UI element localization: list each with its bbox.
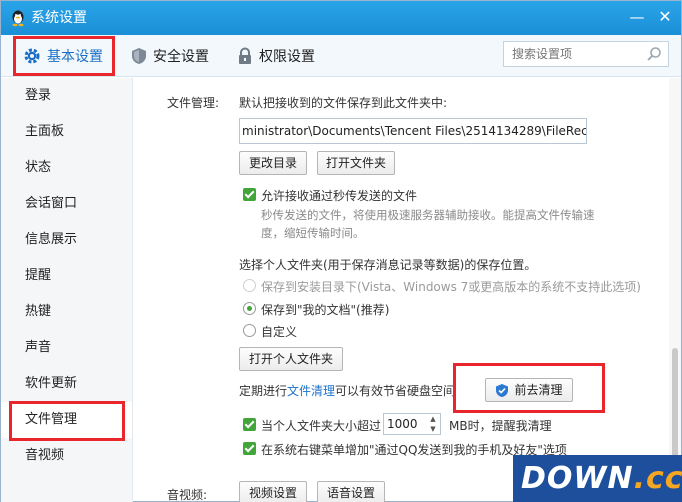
search-input[interactable] [504, 42, 638, 66]
shield-icon [132, 48, 146, 64]
cleanup-suffix: 可以有效节省硬盘空间 [335, 384, 456, 398]
tab-label: 安全设置 [153, 49, 209, 65]
section-label-audio-video: 音视频: [167, 488, 208, 502]
settings-window: 系统设置 — ✕ 基本设置 安全设置 权限设置 搜索设置项 登录 主面板 状态 … [0, 0, 682, 502]
gear-icon [24, 48, 40, 64]
settings-search [503, 41, 669, 67]
content-scrollbar[interactable] [669, 78, 681, 502]
tab-bar: 基本设置 安全设置 权限设置 [1, 35, 681, 77]
sidebar-item-sound[interactable]: 声音 [1, 330, 132, 366]
title-bar[interactable]: 系统设置 — ✕ [1, 1, 681, 35]
tab-basic-settings[interactable]: 基本设置 [23, 35, 103, 77]
go-cleanup-button[interactable]: 前去清理 [485, 378, 573, 402]
size-limit-checkbox[interactable] [243, 418, 256, 431]
sidebar-item-hotkey[interactable]: 热键 [1, 294, 132, 330]
radio-install-dir[interactable] [243, 279, 256, 292]
tab-label: 权限设置 [259, 49, 315, 65]
receive-folder-path[interactable]: ministrator\Documents\Tencent Files\2514… [239, 118, 587, 144]
open-folder-button[interactable]: 打开文件夹 [317, 151, 395, 175]
video-settings-button[interactable]: 视频设置 [239, 481, 307, 502]
open-personal-folder-button[interactable]: 打开个人文件夹 [239, 347, 343, 371]
sidebar-item-login[interactable]: 登录 [1, 78, 132, 114]
go-cleanup-label: 前去清理 [514, 383, 563, 397]
sidebar-item-file-management[interactable]: 文件管理 [1, 402, 132, 438]
sidebar-item-info-display[interactable]: 信息展示 [1, 222, 132, 258]
cleanup-hint: 定期进行文件清理可以有效节省硬盘空间 [239, 382, 455, 399]
allow-flash-transfer-desc-1: 秒传发送的文件，将使用极速服务器辅助接收。能提高文件传输速 [261, 208, 595, 222]
section-label-file-management: 文件管理: [167, 96, 220, 110]
qq-penguin-icon [12, 10, 24, 27]
context-menu-checkbox[interactable] [243, 442, 256, 455]
watermark-text: DOWN [521, 461, 634, 496]
lock-icon [239, 47, 251, 64]
sidebar-item-reminder[interactable]: 提醒 [1, 258, 132, 294]
file-management-panel: 文件管理: 默认把接收到的文件保存到此文件夹中: ministrator\Doc… [133, 78, 669, 502]
allow-flash-transfer-desc-2: 度，缩短传输时间。 [261, 226, 365, 240]
sidebar-item-software-update[interactable]: 软件更新 [1, 366, 132, 402]
sidebar-item-main-panel[interactable]: 主面板 [1, 114, 132, 150]
tab-security-settings[interactable]: 安全设置 [131, 35, 209, 77]
settings-sidebar: 登录 主面板 状态 会话窗口 信息展示 提醒 热键 声音 软件更新 文件管理 音… [1, 78, 133, 502]
size-limit-input[interactable] [384, 414, 424, 434]
change-directory-button[interactable]: 更改目录 [239, 151, 307, 175]
allow-flash-transfer-checkbox[interactable] [243, 188, 256, 201]
tab-label: 基本设置 [47, 49, 103, 65]
size-limit-stepper[interactable]: ▲ ▼ [383, 413, 441, 435]
cleanup-prefix: 定期进行 [239, 384, 288, 398]
allow-flash-transfer-label: 允许接收通过秒传发送的文件 [261, 189, 418, 203]
window-title: 系统设置 [31, 10, 87, 26]
watermark-logo: DOWN.cc [513, 455, 682, 502]
save-to-label: 默认把接收到的文件保存到此文件夹中: [239, 96, 448, 110]
search-icon[interactable] [646, 46, 662, 62]
sidebar-item-status[interactable]: 状态 [1, 150, 132, 186]
radio-custom-label: 自定义 [261, 325, 298, 339]
radio-install-dir-label: 保存到安装目录下(Vista、Windows 7或更高版本的系统不支持此选项) [261, 280, 641, 294]
sidebar-item-audio-video[interactable]: 音视频 [1, 438, 132, 474]
voice-settings-button[interactable]: 语音设置 [317, 481, 385, 502]
sidebar-item-chat-window[interactable]: 会话窗口 [1, 186, 132, 222]
personal-folder-label: 选择个人文件夹(用于保存消息记录等数据)的保存位置。 [239, 258, 537, 272]
radio-my-documents[interactable] [243, 302, 256, 315]
size-limit-suffix: MB时，提醒我清理 [449, 419, 552, 433]
tab-permission-settings[interactable]: 权限设置 [237, 35, 315, 77]
watermark-suffix: .cc [633, 461, 682, 496]
close-button[interactable]: ✕ [655, 7, 675, 27]
radio-custom[interactable] [243, 324, 256, 337]
size-limit-prefix: 当个人文件夹大小超过 [261, 419, 382, 433]
radio-my-documents-label: 保存到"我的文档"(推荐) [261, 303, 390, 317]
stepper-down-icon[interactable]: ▼ [427, 424, 439, 434]
minimize-button[interactable]: — [627, 7, 647, 27]
stepper-up-icon[interactable]: ▲ [427, 414, 439, 424]
scroll-thumb[interactable] [672, 348, 678, 466]
shield-check-icon [496, 383, 509, 397]
file-cleanup-link[interactable]: 文件清理 [287, 384, 335, 398]
